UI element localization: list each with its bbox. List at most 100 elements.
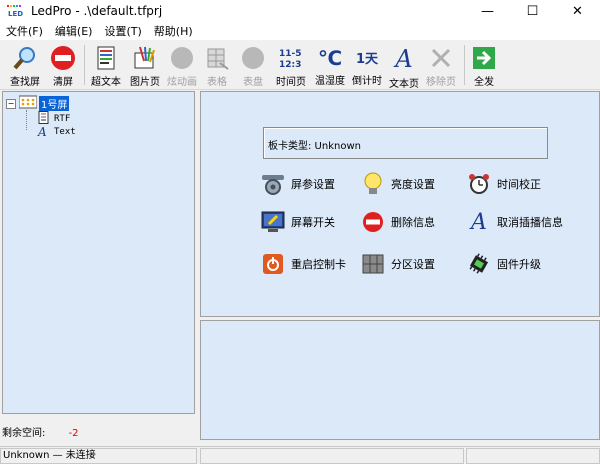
toolbar: 查找屏 清屏 超文本 图片页 炫动画 表格 表盘 11-5 12:3 时间页 ℃… (0, 41, 600, 90)
action-label: 屏参设置 (291, 178, 335, 191)
firmware-upgrade-button[interactable]: 固件升级 (467, 252, 541, 276)
action-label: 重启控制卡 (291, 258, 346, 271)
time-sync-button[interactable]: 时间校正 (467, 172, 541, 196)
tree-child-label: RTF (54, 114, 71, 124)
send-all-button[interactable]: 全发 (468, 43, 500, 88)
chip-icon (467, 252, 491, 276)
gear-settings-icon (261, 172, 285, 196)
menu-bar: 文件(F) 编辑(E) 设置(T) 帮助(H) (0, 22, 600, 40)
partition-button[interactable]: 分区设置 (361, 252, 435, 276)
dial-button[interactable]: 表盘 (238, 43, 268, 88)
action-label: 屏幕开关 (291, 216, 335, 229)
monitor-power-icon (261, 210, 285, 234)
close-button[interactable]: ✕ (555, 0, 600, 22)
remove-page-label: 移除页 (426, 77, 456, 88)
light-bulb-icon (361, 172, 385, 196)
countdown-label: 倒计时 (352, 76, 382, 87)
window-title: LedPro - .\default.tfprj (31, 4, 163, 18)
animation-label: 炫动画 (167, 77, 197, 88)
find-screen-label: 查找屏 (10, 77, 40, 88)
svg-text:11-5: 11-5 (279, 49, 302, 59)
send-arrow-icon (470, 45, 498, 71)
text-a-icon: A (38, 125, 47, 139)
celsius-icon: ℃ (316, 45, 344, 70)
tree-root-node[interactable]: − 1号屏 (6, 95, 70, 112)
delete-icon (361, 210, 385, 234)
table-label: 表格 (207, 77, 227, 88)
text-a-icon: A (471, 209, 487, 235)
dial-label: 表盘 (243, 77, 263, 88)
menu-help[interactable]: 帮助(H) (148, 23, 199, 39)
svg-text:12:3: 12:3 (279, 60, 301, 70)
free-space-label: 剩余空间: (2, 428, 46, 439)
picture-page-label: 图片页 (130, 77, 160, 88)
remove-x-icon (427, 45, 455, 71)
clock-digits-icon: 11-5 12:3 (277, 45, 305, 71)
maximize-button[interactable]: ☐ (510, 0, 555, 22)
minimize-button[interactable]: — (465, 0, 510, 22)
text-a-glyph: A (395, 45, 413, 73)
menu-settings[interactable]: 设置(T) (98, 23, 147, 39)
delete-info-button[interactable]: 删除信息 (361, 210, 435, 234)
action-label: 删除信息 (391, 216, 435, 229)
text-page-button[interactable]: A 文本页 (386, 43, 422, 90)
picture-icon (131, 45, 159, 71)
menu-file[interactable]: 文件(F) (0, 23, 49, 39)
tree-child-text[interactable]: A Text (38, 125, 76, 139)
animation-button[interactable]: 炫动画 (164, 43, 200, 88)
toolbar-separator (464, 45, 465, 85)
countdown-glyph: 1天 (355, 52, 379, 67)
temp-humidity-label: 温湿度 (315, 76, 345, 87)
document-icon (92, 45, 120, 71)
tree-child-label: Text (54, 127, 76, 137)
clear-screen-button[interactable]: 清屏 (47, 43, 79, 88)
gray-circle-icon (239, 45, 267, 71)
cancel-insert-button[interactable]: A 取消插播信息 (467, 209, 563, 235)
connection-status: Unknown — 未连接 (0, 448, 197, 464)
clear-screen-label: 清屏 (53, 77, 73, 88)
screen-tree-panel: − 1号屏 RTF A Text (2, 91, 195, 414)
countdown-icon: 1天 (353, 45, 381, 70)
screen-params-button[interactable]: 屏参设置 (261, 172, 335, 196)
toolbar-separator (84, 45, 85, 85)
action-label: 固件升级 (497, 258, 541, 271)
find-screen-button[interactable]: 查找屏 (7, 43, 43, 88)
free-space: 剩余空间: -2 (2, 424, 79, 439)
alarm-clock-icon (467, 172, 491, 196)
action-label: 时间校正 (497, 178, 541, 191)
restart-card-button[interactable]: 重启控制卡 (261, 252, 346, 276)
temp-humidity-button[interactable]: ℃ 温湿度 (312, 43, 348, 88)
countdown-button[interactable]: 1天 倒计时 (349, 43, 385, 87)
picture-page-button[interactable]: 图片页 (127, 43, 163, 88)
no-entry-icon (49, 45, 77, 71)
svg-text:LED: LED (8, 10, 23, 17)
control-panel: 板卡类型: Unknown 屏参设置 亮度设置 时间校正 屏幕开关 删除信息 A… (200, 91, 600, 317)
hypertext-label: 超文本 (91, 77, 121, 88)
time-page-label: 时间页 (276, 77, 306, 88)
hypertext-button[interactable]: 超文本 (88, 43, 124, 88)
celsius-glyph: ℃ (317, 45, 343, 70)
free-space-value: -2 (68, 428, 79, 439)
app-logo-icon: LED (7, 5, 23, 18)
table-button[interactable]: 表格 (202, 43, 232, 88)
send-all-label: 全发 (474, 77, 494, 88)
status-cell-empty (466, 448, 600, 464)
action-label: 取消插播信息 (497, 216, 563, 229)
action-label: 亮度设置 (391, 178, 435, 191)
brightness-button[interactable]: 亮度设置 (361, 172, 435, 196)
remove-page-button[interactable]: 移除页 (423, 43, 459, 88)
card-type-box: 板卡类型: Unknown (263, 127, 548, 159)
table-icon (203, 45, 231, 71)
text-a-icon: A (390, 45, 418, 73)
restart-icon (261, 252, 285, 276)
collapse-icon[interactable]: − (6, 98, 16, 109)
tree-root-label: 1号屏 (39, 96, 70, 111)
title-bar: LED LedPro - .\default.tfprj — ☐ ✕ (0, 0, 600, 22)
screen-grid-icon (18, 95, 38, 112)
status-bar: Unknown — 未连接 (0, 446, 600, 464)
time-page-button[interactable]: 11-5 12:3 时间页 (273, 43, 309, 88)
preview-panel (200, 320, 600, 440)
menu-edit[interactable]: 编辑(E) (49, 23, 99, 39)
screen-switch-button[interactable]: 屏幕开关 (261, 210, 335, 234)
text-page-label: 文本页 (389, 79, 419, 90)
